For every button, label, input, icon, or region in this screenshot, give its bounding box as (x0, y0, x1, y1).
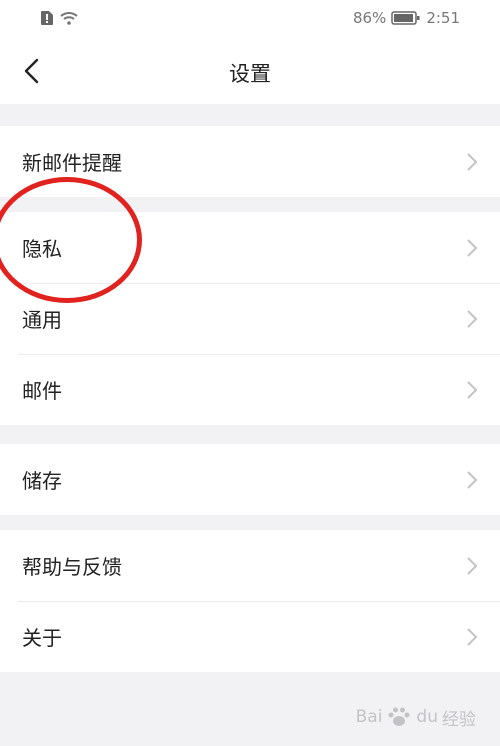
chevron-right-icon (467, 381, 478, 399)
settings-item-storage[interactable]: 储存 (0, 444, 500, 515)
battery-icon (391, 11, 420, 25)
settings-item-label: 新邮件提醒 (22, 151, 122, 175)
settings-item-general[interactable]: 通用 (0, 283, 500, 354)
settings-item-label: 关于 (22, 626, 62, 650)
settings-item-label: 帮助与反馈 (22, 555, 122, 579)
settings-item-help-feedback[interactable]: 帮助与反馈 (0, 530, 500, 601)
settings-group-notifications: 新邮件提醒 (0, 126, 500, 197)
settings-group-main: 隐私 通用 邮件 (0, 212, 500, 425)
chevron-right-icon (467, 471, 478, 489)
chevron-right-icon (467, 628, 478, 646)
watermark-brand: Bai (355, 707, 383, 727)
settings-group-storage: 储存 (0, 444, 500, 515)
nav-header: 设置 (0, 38, 500, 104)
watermark-brand-2: du (416, 707, 438, 727)
paw-logo-icon (388, 707, 410, 726)
battery-percent: 86% (352, 9, 387, 27)
chevron-right-icon (467, 239, 478, 257)
page-title: 设置 (229, 62, 271, 86)
sim-alert-icon (41, 11, 53, 25)
settings-item-label: 邮件 (22, 379, 62, 403)
settings-item-privacy[interactable]: 隐私 (0, 212, 500, 283)
wifi-icon (60, 12, 78, 25)
status-bar: 86% 2:51 (0, 0, 500, 38)
settings-item-label: 通用 (22, 308, 62, 332)
watermark-suffix: 经验 (442, 709, 476, 730)
settings-item-label: 隐私 (22, 237, 62, 261)
settings-item-new-mail-alert[interactable]: 新邮件提醒 (0, 126, 500, 197)
settings-item-mail[interactable]: 邮件 (0, 354, 500, 425)
clock: 2:51 (426, 9, 460, 27)
chevron-right-icon (467, 557, 478, 575)
chevron-right-icon (467, 310, 478, 328)
baidu-jingyan-watermark: Bai du 经验 (356, 704, 476, 730)
settings-group-support: 帮助与反馈 关于 (0, 530, 500, 672)
settings-item-about[interactable]: 关于 (0, 601, 500, 672)
chevron-right-icon (467, 153, 478, 171)
settings-item-label: 储存 (22, 469, 62, 493)
